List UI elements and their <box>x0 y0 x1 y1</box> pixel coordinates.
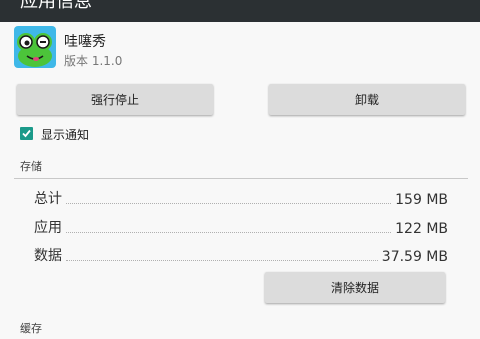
dotted-leader <box>66 231 392 233</box>
dotted-leader <box>66 202 392 204</box>
show-notifications-checkbox[interactable] <box>20 127 33 140</box>
storage-app-label: 应用 <box>34 220 62 236</box>
storage-divider <box>14 178 468 179</box>
storage-total-value: 159 MB <box>395 192 448 208</box>
dotted-leader <box>66 259 378 261</box>
show-notifications-label: 显示通知 <box>41 128 90 142</box>
storage-section-title: 存储 <box>20 160 42 173</box>
app-icon <box>14 26 56 68</box>
uninstall-button[interactable]: 卸载 <box>269 84 465 115</box>
app-name: 哇噻秀 <box>64 34 106 50</box>
force-stop-button[interactable]: 强行停止 <box>17 84 213 115</box>
storage-total-label: 总计 <box>34 191 62 207</box>
app-version: 版本 1.1.0 <box>64 54 123 68</box>
storage-data-label: 数据 <box>34 248 62 264</box>
checkmark-icon <box>22 129 31 138</box>
clear-data-button[interactable]: 清除数据 <box>265 272 445 303</box>
storage-app-value: 122 MB <box>395 221 448 237</box>
storage-app-row: 应用 122 MB <box>34 215 448 237</box>
storage-total-row: 总计 159 MB <box>34 186 448 208</box>
title-bar: 应用信息 <box>0 0 480 22</box>
storage-data-row: 数据 37.59 MB <box>34 243 448 265</box>
cache-section-title: 缓存 <box>20 322 42 335</box>
page-title: 应用信息 <box>20 0 92 12</box>
app-header: 哇噻秀 版本 1.1.0 <box>14 26 314 74</box>
storage-data-value: 37.59 MB <box>381 249 448 265</box>
